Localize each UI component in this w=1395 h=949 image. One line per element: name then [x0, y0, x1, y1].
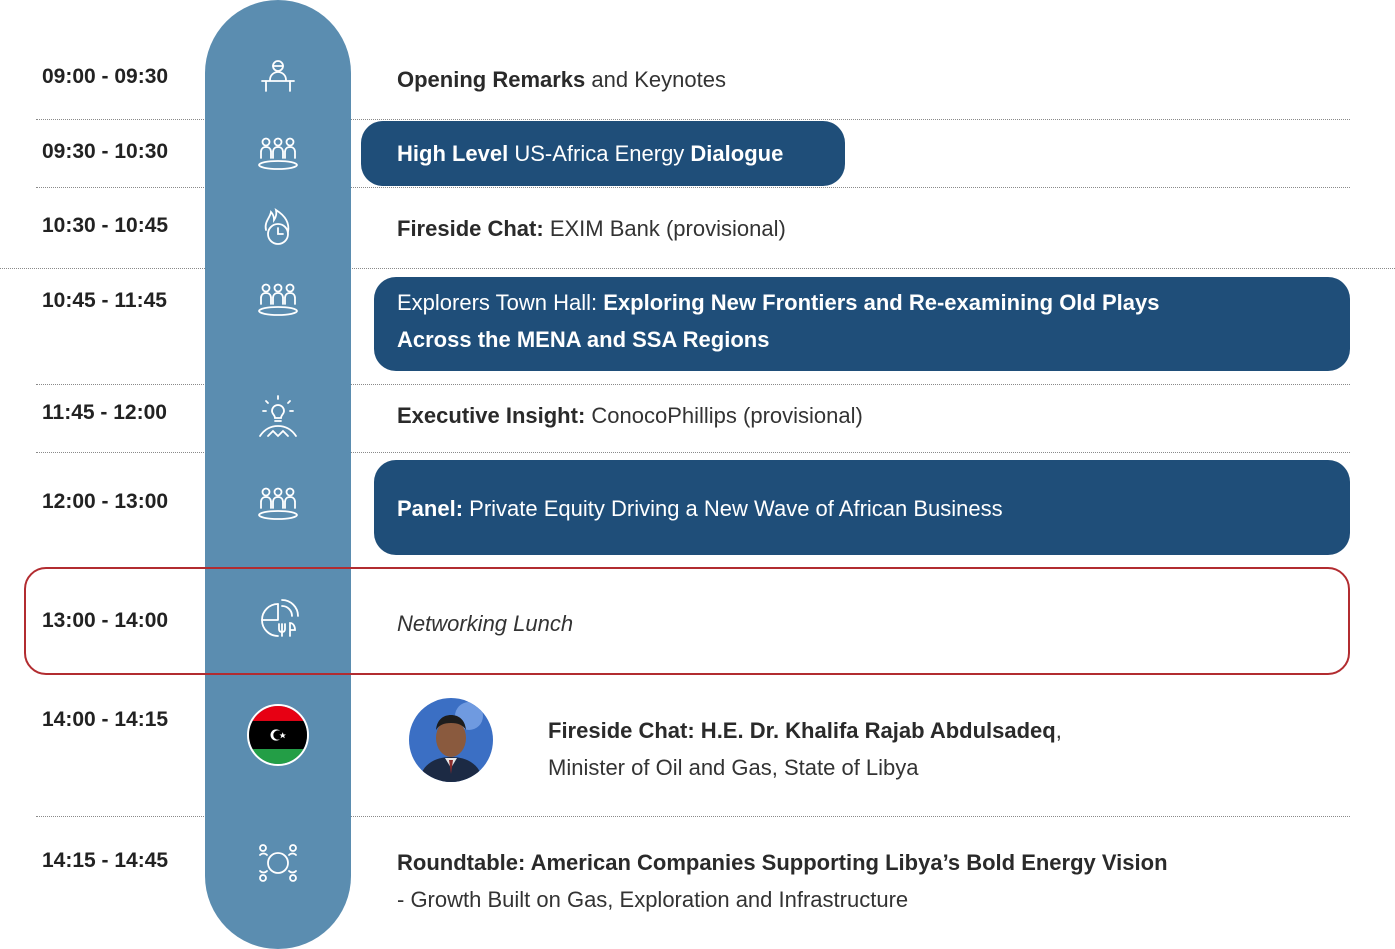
session-title: Fireside Chat: H.E. Dr. Khalifa Rajab Ab… [548, 718, 1062, 743]
group-meeting-icon [252, 276, 304, 328]
fireside-clock-icon [252, 202, 304, 254]
session-time: 10:30 - 10:45 [42, 214, 169, 237]
session-title: Explorers Town Hall: Exploring New Front… [397, 290, 1160, 315]
session-time: 14:15 - 14:45 [42, 849, 169, 872]
libya-flag-icon [247, 704, 309, 766]
speaker-avatar [409, 698, 493, 782]
session-time: 10:45 - 11:45 [42, 289, 167, 312]
session-subtitle: Minister of Oil and Gas, State of Libya [548, 755, 919, 780]
session-time: 09:00 - 09:30 [42, 65, 169, 88]
session-title-line2: Across the MENA and SSA Regions [397, 327, 770, 352]
session-title: High Level US-Africa Energy Dialogue [397, 141, 784, 166]
session-title: Executive Insight: ConocoPhillips (provi… [397, 403, 863, 428]
session-title: Opening Remarks and Keynotes [397, 67, 726, 92]
roundtable-icon [252, 837, 304, 889]
group-meeting-icon [252, 480, 304, 532]
highlight-box [24, 567, 1350, 675]
session-time: 11:45 - 12:00 [42, 401, 167, 424]
session-title: Panel: Private Equity Driving a New Wave… [397, 496, 1003, 521]
session-subtitle: - Growth Built on Gas, Exploration and I… [397, 887, 909, 912]
session-time: 12:00 - 13:00 [42, 490, 169, 513]
session-title: Fireside Chat: EXIM Bank (provisional) [397, 216, 786, 241]
session-time: 09:30 - 10:30 [42, 140, 169, 163]
group-meeting-icon [252, 130, 304, 182]
lightbulb-hands-icon [252, 392, 304, 444]
speaker-podium-icon [252, 54, 304, 106]
session-time: 14:00 - 14:15 [42, 708, 169, 731]
session-title: Roundtable: American Companies Supportin… [397, 850, 1168, 875]
